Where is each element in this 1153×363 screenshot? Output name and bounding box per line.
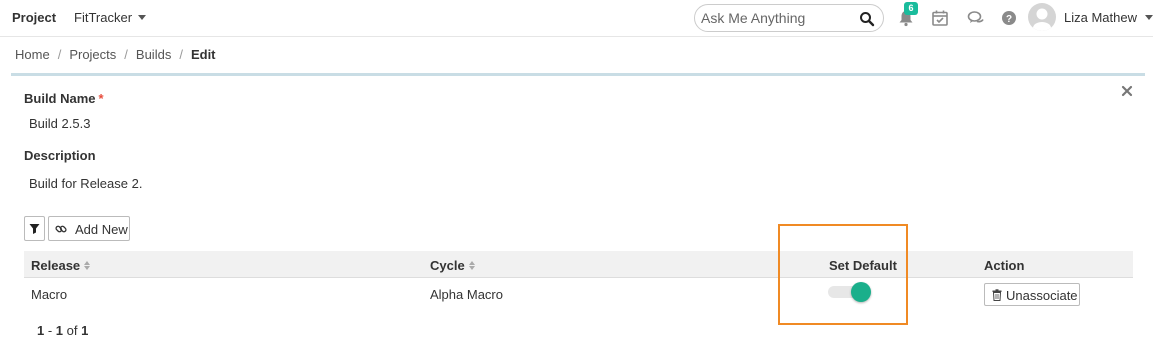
breadcrumb-separator: / bbox=[179, 47, 183, 62]
breadcrumb: Home / Projects / Builds / Edit bbox=[15, 47, 216, 62]
user-name: Liza Mathew bbox=[1064, 9, 1137, 25]
breadcrumb-builds[interactable]: Builds bbox=[136, 47, 171, 62]
page-to: 1 bbox=[55, 323, 64, 338]
help-icon[interactable]: ? bbox=[1000, 9, 1018, 27]
link-icon bbox=[55, 225, 67, 233]
user-menu[interactable]: Liza Mathew bbox=[1028, 3, 1153, 31]
breadcrumb-projects[interactable]: Projects bbox=[69, 47, 116, 62]
column-label: Cycle bbox=[430, 258, 465, 273]
filter-button[interactable] bbox=[24, 216, 45, 241]
column-label: Action bbox=[984, 258, 1025, 273]
avatar bbox=[1028, 3, 1056, 31]
description-value[interactable]: Build for Release 2. bbox=[29, 176, 142, 191]
add-new-button[interactable]: Add New bbox=[48, 216, 130, 241]
cell-cycle: Alpha Macro bbox=[430, 287, 503, 302]
column-header-cycle[interactable]: Cycle bbox=[430, 258, 475, 273]
builds-table: Release Cycle Set Default Action Macro A… bbox=[24, 251, 1133, 312]
search-input[interactable] bbox=[701, 10, 851, 26]
user-silhouette-icon bbox=[1033, 8, 1051, 31]
column-header-release[interactable]: Release bbox=[31, 258, 91, 273]
trash-icon bbox=[992, 289, 1002, 301]
breadcrumb-separator: / bbox=[57, 47, 62, 62]
chevron-down-icon bbox=[138, 15, 147, 20]
description-label: Description bbox=[24, 148, 96, 163]
table-row: Macro Alpha Macro Unassociate bbox=[24, 278, 1133, 312]
page-of: of bbox=[63, 323, 82, 338]
highlight-box bbox=[778, 224, 908, 325]
close-icon[interactable] bbox=[1120, 84, 1134, 98]
search-icon[interactable] bbox=[859, 11, 875, 27]
svg-text:?: ? bbox=[1006, 14, 1012, 25]
chevron-down-icon bbox=[1144, 14, 1153, 20]
unassociate-label: Unassociate bbox=[1006, 288, 1078, 303]
page-range-sep: - bbox=[44, 323, 56, 338]
add-new-label: Add New bbox=[75, 222, 128, 237]
column-header-action: Action bbox=[984, 258, 1024, 273]
chat-icon[interactable] bbox=[967, 9, 985, 27]
project-selector-value: FitTracker bbox=[74, 10, 133, 25]
required-mark: * bbox=[98, 91, 104, 106]
sort-icon[interactable] bbox=[84, 261, 91, 270]
breadcrumb-current: Edit bbox=[190, 47, 216, 62]
column-label: Release bbox=[31, 258, 81, 273]
sort-icon[interactable] bbox=[468, 261, 475, 270]
project-selector[interactable]: FitTracker bbox=[74, 10, 147, 25]
pagination-info: 1 - 1 of 1 bbox=[37, 323, 88, 338]
section-divider bbox=[11, 73, 1145, 76]
project-label: Project bbox=[12, 10, 57, 25]
top-navbar: Project FitTracker 6 ? bbox=[0, 0, 1153, 37]
breadcrumb-separator: / bbox=[124, 47, 128, 62]
search-box bbox=[694, 4, 884, 32]
notification-badge: 6 bbox=[904, 2, 918, 15]
build-name-value[interactable]: Build 2.5.3 bbox=[29, 116, 90, 131]
page-total: 1 bbox=[81, 323, 89, 338]
cell-release: Macro bbox=[31, 287, 68, 302]
filter-icon bbox=[29, 224, 40, 234]
calendar-check-icon[interactable] bbox=[931, 9, 949, 27]
table-header: Release Cycle Set Default Action bbox=[24, 251, 1133, 278]
build-name-label-text: Build Name bbox=[24, 91, 96, 106]
unassociate-button[interactable]: Unassociate bbox=[984, 283, 1080, 306]
breadcrumb-home[interactable]: Home bbox=[15, 47, 50, 62]
build-name-label: Build Name * bbox=[24, 91, 104, 106]
